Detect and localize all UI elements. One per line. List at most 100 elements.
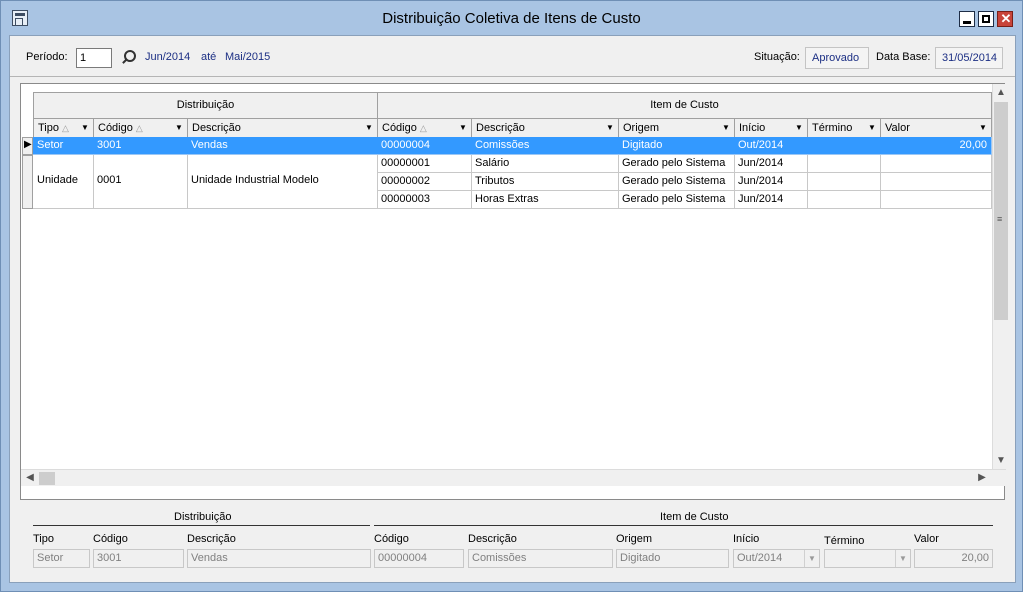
table-cell-termino[interactable]	[807, 173, 881, 191]
table-cell-inicio[interactable]: Out/2014	[734, 137, 808, 155]
client-area: Período: Jun/2014 até Mai/2015 Situação:…	[9, 35, 1016, 583]
band-item-de-custo: Item de Custo	[377, 92, 992, 119]
col-item-codigo[interactable]: Código △ ▼	[377, 118, 472, 138]
filter-bar: Período: Jun/2014 até Mai/2015 Situação:…	[10, 36, 1015, 77]
maximize-button[interactable]	[978, 11, 994, 27]
col-descricao[interactable]: Descrição ▼	[187, 118, 378, 138]
col-codigo[interactable]: Código △ ▼	[93, 118, 188, 138]
scroll-down-icon[interactable]: ▼	[993, 453, 1009, 469]
close-icon: ✕	[1000, 11, 1012, 26]
detail-label-tipo: Tipo	[33, 533, 54, 545]
table-cell-inicio[interactable]: Jun/2014	[734, 191, 808, 209]
chevron-down-icon[interactable]: ▼	[172, 121, 186, 135]
maximize-icon	[982, 15, 990, 23]
search-icon[interactable]	[120, 49, 136, 65]
sort-icon: △	[135, 123, 143, 133]
table-cell-termino[interactable]	[807, 137, 881, 155]
col-codigo-label: Código	[98, 122, 133, 134]
col-item-codigo-label: Código	[382, 122, 417, 134]
chevron-down-icon[interactable]: ▼	[603, 121, 617, 135]
chevron-down-icon[interactable]: ▼	[804, 550, 819, 567]
col-valor-label: Valor	[885, 122, 910, 134]
close-button[interactable]: ✕	[997, 11, 1013, 27]
table-cell-valor[interactable]	[880, 173, 992, 191]
table-cell-descricao[interactable]: Unidade Industrial Modelo	[187, 155, 378, 209]
chevron-down-icon[interactable]: ▼	[456, 121, 470, 135]
divider	[33, 525, 370, 526]
table-cell-item-descricao[interactable]: Tributos	[471, 173, 619, 191]
table-cell-item-codigo[interactable]: 00000004	[377, 137, 472, 155]
detail-band-item: Item de Custo	[660, 511, 729, 523]
chevron-down-icon[interactable]: ▼	[362, 121, 376, 135]
col-termino[interactable]: Término ▼	[807, 118, 881, 138]
table-cell-origem[interactable]: Gerado pelo Sistema	[618, 191, 735, 209]
table-cell-inicio[interactable]: Jun/2014	[734, 155, 808, 173]
chevron-down-icon[interactable]: ▼	[865, 121, 879, 135]
chevron-down-icon[interactable]: ▼	[78, 121, 92, 135]
table-cell-tipo[interactable]: Setor	[33, 137, 94, 155]
detail-label-codigo: Código	[93, 533, 128, 545]
table-cell-inicio[interactable]: Jun/2014	[734, 173, 808, 191]
minimize-button[interactable]	[959, 11, 975, 27]
detail-valor-field[interactable]: 20,00	[914, 549, 993, 568]
detail-inicio-value: Out/2014	[737, 552, 783, 564]
detail-descricao-field[interactable]: Vendas	[187, 549, 371, 568]
table-cell-valor[interactable]	[880, 155, 992, 173]
table-cell-termino[interactable]	[807, 155, 881, 173]
col-inicio[interactable]: Início ▼	[734, 118, 808, 138]
col-valor[interactable]: Valor ▼	[880, 118, 992, 138]
detail-origem-field[interactable]: Digitado	[616, 549, 729, 568]
sort-icon: △	[62, 123, 69, 133]
scroll-right-icon[interactable]: ▶	[974, 470, 990, 486]
table-cell-tipo[interactable]: Unidade	[33, 155, 94, 209]
detail-label-codigo-item: Código	[374, 533, 409, 545]
scroll-up-icon[interactable]: ▲	[993, 85, 1009, 101]
table-cell-codigo[interactable]: 3001	[93, 137, 188, 155]
table-cell-item-descricao[interactable]: Horas Extras	[471, 191, 619, 209]
row-indicator-current[interactable]: ▶	[22, 137, 33, 155]
situacao-label: Situação:	[754, 51, 800, 63]
periodo-input[interactable]	[76, 48, 112, 68]
col-tipo[interactable]: Tipo △ ▼	[33, 118, 94, 138]
detail-codigo-item-field[interactable]: 00000004	[374, 549, 464, 568]
col-origem[interactable]: Origem ▼	[618, 118, 735, 138]
scroll-thumb[interactable]: ≡	[994, 102, 1008, 320]
table-cell-item-descricao[interactable]: Comissões	[471, 137, 619, 155]
col-item-descricao[interactable]: Descrição ▼	[471, 118, 619, 138]
table-cell-descricao[interactable]: Vendas	[187, 137, 378, 155]
detail-codigo-field[interactable]: 3001	[93, 549, 184, 568]
chevron-down-icon[interactable]: ▼	[719, 121, 733, 135]
detail-tipo-field[interactable]: Setor	[33, 549, 90, 568]
table-cell-valor[interactable]: 20,00	[880, 137, 992, 155]
horizontal-scrollbar[interactable]: ◀ ▶	[21, 469, 1006, 486]
vertical-scrollbar[interactable]: ▲ ≡ ▼	[992, 84, 1008, 470]
row-indicator[interactable]	[22, 155, 33, 209]
col-origem-label: Origem	[623, 122, 660, 134]
cost-items-grid[interactable]: Distribuição Item de Custo Tipo △ ▼ Código…	[20, 83, 1008, 500]
detail-label-descricao-item: Descrição	[468, 533, 517, 545]
table-cell-termino[interactable]	[807, 191, 881, 209]
detail-termino-combo[interactable]: ▼	[824, 549, 911, 568]
table-cell-origem[interactable]: Gerado pelo Sistema	[618, 173, 735, 191]
current-row-arrow-icon: ▶	[24, 139, 32, 150]
col-inicio-label: Início	[739, 122, 766, 134]
situacao-value: Aprovado	[805, 47, 869, 69]
table-cell-valor[interactable]	[880, 191, 992, 209]
detail-descricao-item-field[interactable]: Comissões	[468, 549, 613, 568]
detail-panel: Distribuição Item de Custo Tipo Código D…	[32, 506, 994, 576]
scroll-thumb[interactable]	[39, 472, 55, 485]
table-cell-origem[interactable]: Digitado	[618, 137, 735, 155]
table-cell-item-descricao[interactable]: Salário	[471, 155, 619, 173]
detail-inicio-combo[interactable]: Out/2014 ▼	[733, 549, 820, 568]
detail-label-inicio: Início	[733, 533, 760, 545]
scroll-left-icon[interactable]: ◀	[22, 470, 38, 486]
table-cell-codigo[interactable]: 0001	[93, 155, 188, 209]
chevron-down-icon[interactable]: ▼	[976, 121, 990, 135]
table-cell-item-codigo[interactable]: 00000003	[377, 191, 472, 209]
table-cell-item-codigo[interactable]: 00000002	[377, 173, 472, 191]
title-bar[interactable]: Distribuição Coletiva de Itens de Custo …	[1, 1, 1022, 35]
table-cell-item-codigo[interactable]: 00000001	[377, 155, 472, 173]
chevron-down-icon[interactable]: ▼	[792, 121, 806, 135]
chevron-down-icon[interactable]: ▼	[895, 550, 910, 567]
table-cell-origem[interactable]: Gerado pelo Sistema	[618, 155, 735, 173]
